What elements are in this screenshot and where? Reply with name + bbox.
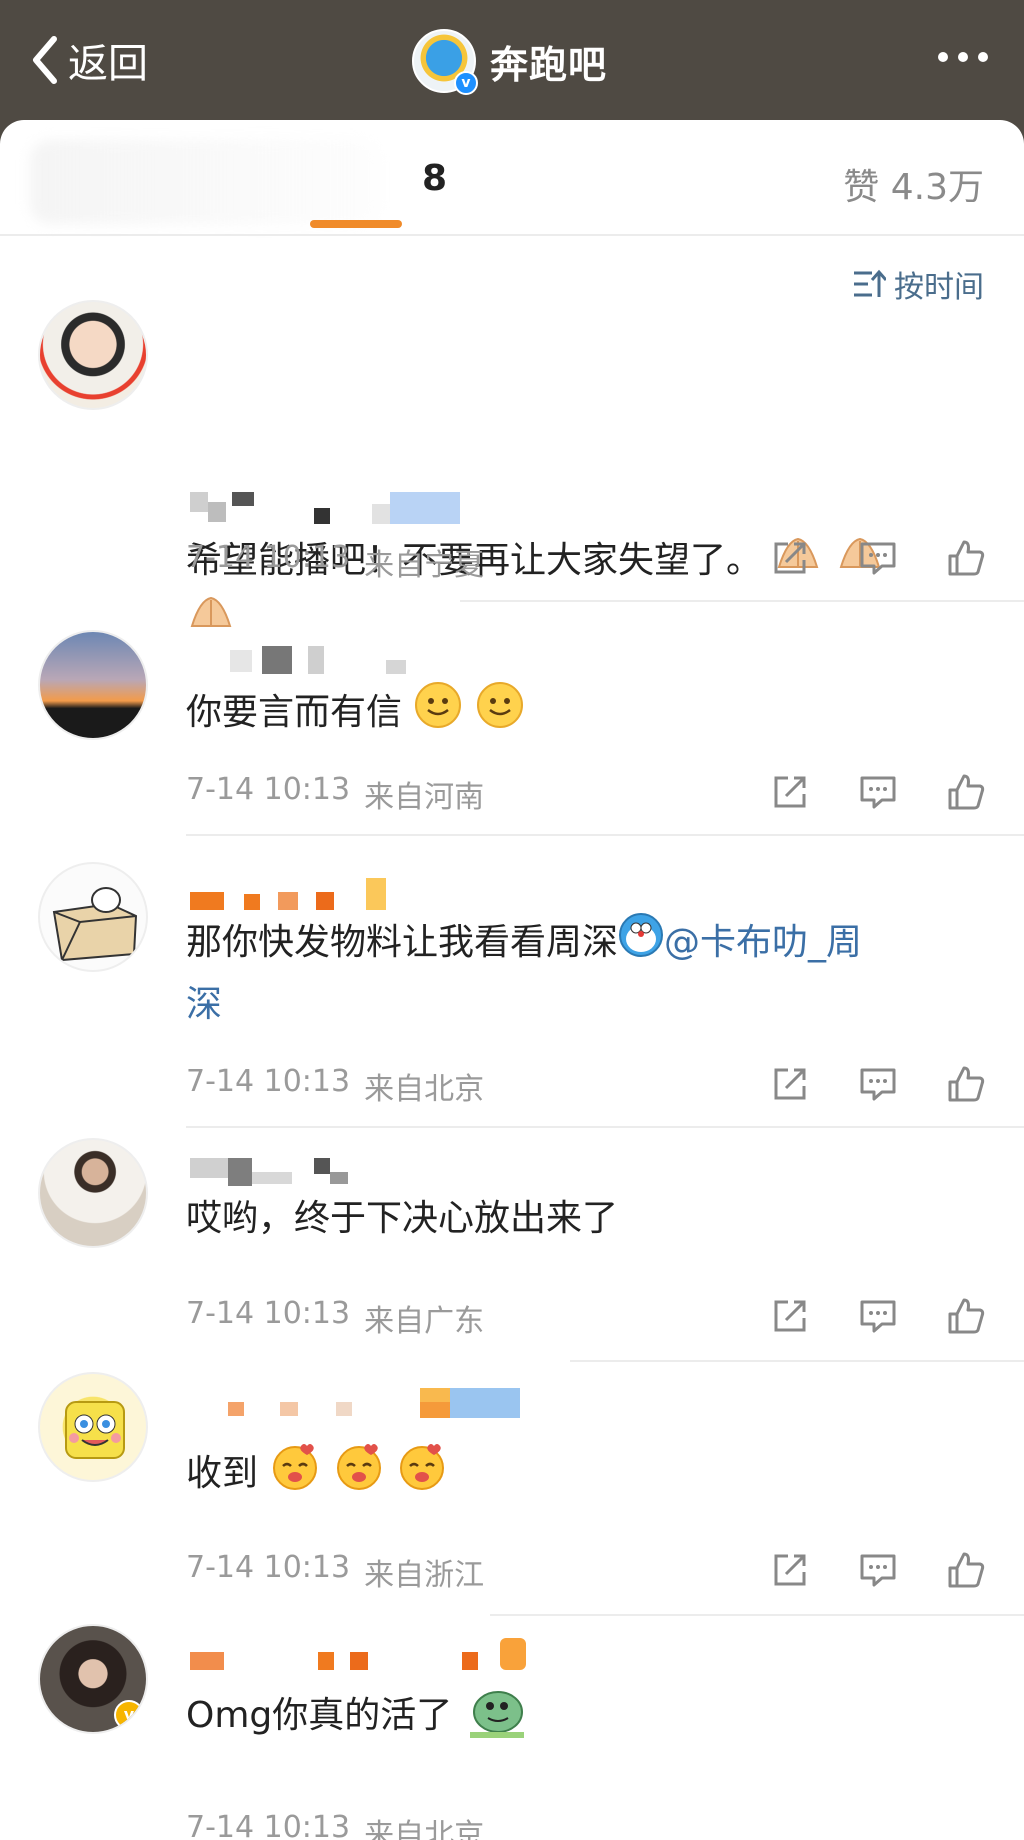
share-icon[interactable] [770,1296,810,1336]
comment-actions [770,1550,986,1590]
chevron-left-icon [33,36,57,84]
mention-link-cont[interactable]: 深 [186,984,222,1025]
avatar[interactable] [38,1372,148,1482]
share-icon[interactable] [770,538,810,578]
reply-icon[interactable] [858,1550,898,1590]
comment-actions [770,538,986,578]
avatar[interactable]: v [38,1624,148,1734]
divider [186,834,1024,836]
page-title-group[interactable]: v 奔跑吧 [412,28,608,95]
comment-body: 那你快发物料让我看看周深 [186,922,619,963]
more-options-icon[interactable] [938,52,988,62]
comment-meta: 7-14 10:13 来自宁夏 [186,540,484,584]
comment-meta: 7-14 10:13 来自北京 [186,1810,484,1840]
blush-hearts-icon [269,1440,321,1510]
avatar[interactable] [38,300,148,410]
location: 来自河南 [364,780,485,815]
location: 来自北京 [364,1818,485,1840]
verified-badge-icon: v [454,71,478,95]
like-thumb-icon[interactable] [946,1064,986,1104]
top-bar: 返回 v 奔跑吧 [0,0,1024,122]
location: 来自广东 [364,1304,485,1339]
divider [490,1614,1024,1616]
timestamp: 7-14 10:13 [186,540,351,575]
back-button[interactable]: 返回 [28,30,148,90]
comment-text: 哎哟，终于下决心放出来了 [186,1190,986,1248]
reply-icon[interactable] [858,1064,898,1104]
smile-icon [475,680,525,748]
comment-text: 那你快发物料让我看看周深 @卡布叻_周 深 [186,912,986,1034]
tab-comments[interactable]: 8 [422,158,447,199]
mention-link[interactable]: @卡布叻_周 [664,922,862,963]
sponge-character-illustration [65,1401,125,1459]
comment-meta: 7-14 10:13 来自北京 [186,1064,484,1108]
blush-hearts-icon [396,1440,448,1510]
reply-icon[interactable] [858,538,898,578]
like-thumb-icon[interactable] [946,1296,986,1336]
comment-meta: 7-14 10:13 来自广东 [186,1296,484,1340]
smile-icon [413,680,463,748]
page-title: 奔跑吧 [490,42,608,87]
doraemon-icon [618,912,664,976]
comment-body: Omg你真的活了 [186,1695,453,1736]
reply-icon[interactable] [858,772,898,812]
divider [186,1126,1024,1128]
share-icon[interactable] [770,1064,810,1104]
account-avatar[interactable]: v [412,29,478,95]
dino-sticker-icon [464,1676,530,1758]
tab-bar: 8 赞 4.3万 [0,120,1024,236]
timestamp: 7-14 10:13 [186,1296,351,1331]
comment-body: 收到 [186,1453,259,1494]
comment-actions [770,1296,986,1336]
avatar[interactable] [38,862,148,972]
location: 来自北京 [364,1072,485,1107]
like-thumb-icon[interactable] [946,772,986,812]
comment-text: 收到 [186,1440,986,1510]
tab-likes[interactable]: 赞 4.3万 [843,158,984,210]
comment-meta: 7-14 10:13 来自河南 [186,772,484,816]
share-icon[interactable] [770,1550,810,1590]
verified-badge-icon: v [114,1700,144,1730]
timestamp: 7-14 10:13 [186,1810,351,1840]
tab-reposts-blurred[interactable] [30,140,380,224]
back-label: 返回 [68,41,148,87]
sort-icon [854,269,886,297]
comment-actions [770,772,986,812]
location: 来自宁夏 [364,548,485,583]
avatar[interactable] [38,1138,148,1248]
avatar[interactable] [38,630,148,740]
comment-text: 你要言而有信 [186,680,986,748]
pray-hands-icon [186,592,236,650]
comment-text: Omg你真的活了 [186,1676,986,1758]
comment-meta: 7-14 10:13 来自浙江 [186,1550,484,1594]
reply-icon[interactable] [858,1296,898,1336]
location: 来自浙江 [364,1558,485,1593]
timestamp: 7-14 10:13 [186,1064,351,1099]
comment-actions [770,1064,986,1104]
active-tab-indicator [310,220,402,228]
like-thumb-icon[interactable] [946,1550,986,1590]
box-cat-illustration [52,887,138,962]
timestamp: 7-14 10:13 [186,1550,351,1585]
share-icon[interactable] [770,772,810,812]
blush-hearts-icon [333,1440,385,1510]
like-thumb-icon[interactable] [946,538,986,578]
timestamp: 7-14 10:13 [186,772,351,807]
divider [460,600,1024,602]
comment-body: 哎哟，终于下决心放出来了 [186,1198,619,1239]
divider [570,1360,1024,1362]
comment-sheet: 8 赞 4.3万 按时间 希望能播吧！不要再让大家失望了。 7-14 10:13… [0,120,1024,1840]
comment-body: 你要言而有信 [186,692,403,733]
